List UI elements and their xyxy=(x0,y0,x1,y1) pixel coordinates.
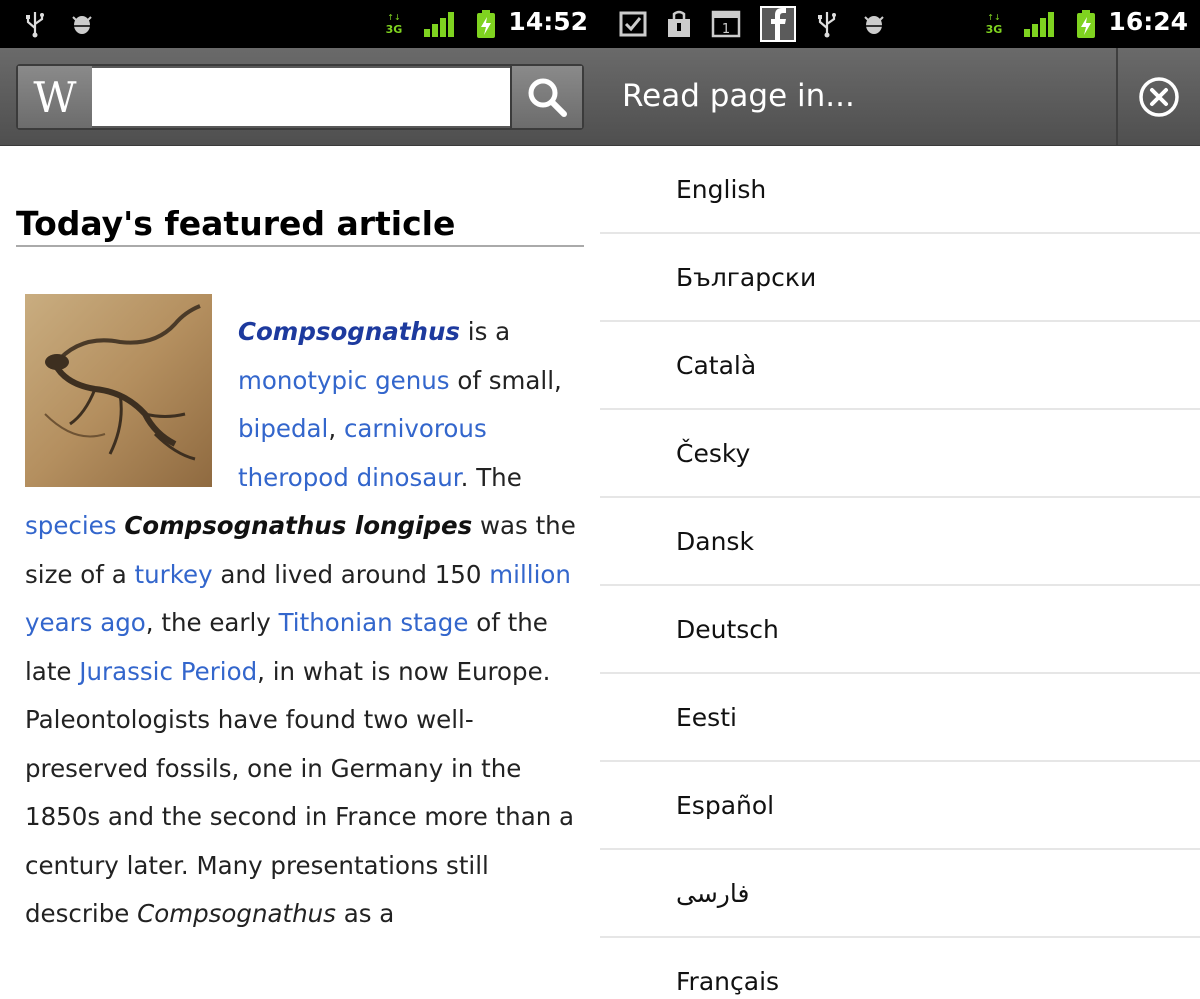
search-input[interactable] xyxy=(92,68,512,126)
article-link[interactable]: Compsognathus xyxy=(238,317,460,346)
close-icon xyxy=(1139,76,1179,117)
search-icon xyxy=(528,78,567,117)
language-item[interactable]: Eesti xyxy=(600,674,1200,762)
android-debug-icon xyxy=(860,10,888,38)
network-3g-icon: ↑↓ 3G xyxy=(982,10,1006,38)
article-link[interactable]: Tithonian stage xyxy=(279,608,469,637)
usb-icon xyxy=(22,10,48,38)
language-item[interactable]: Česky xyxy=(600,410,1200,498)
shopping-bag-icon xyxy=(664,10,694,38)
language-menu-screen: 1 ↑↓ 3G 16:24 Read page in... English Бълг… xyxy=(600,0,1200,999)
article-text: , in what is now Europe. Paleontologists… xyxy=(25,656,575,929)
article-text: as a xyxy=(335,899,395,928)
language-item[interactable]: Dansk xyxy=(600,498,1200,586)
status-time: 14:52 xyxy=(508,7,588,36)
article-text: . The xyxy=(460,462,522,492)
article-link[interactable]: Jurassic Period xyxy=(79,657,257,686)
battery-charging-icon xyxy=(1074,10,1098,38)
article-text: Compsognathus longipes xyxy=(124,511,473,540)
language-label: فارسی xyxy=(676,878,750,908)
usb-icon xyxy=(814,10,840,38)
close-menu-button[interactable] xyxy=(1116,48,1200,145)
language-label: Česky xyxy=(676,438,751,468)
article-text: is a xyxy=(459,317,511,346)
facebook-icon xyxy=(758,4,798,44)
wikipedia-logo-button[interactable]: W xyxy=(18,66,92,128)
language-item[interactable]: Català xyxy=(600,322,1200,410)
signal-icon xyxy=(422,10,456,38)
wikipedia-w-glyph: W xyxy=(33,72,77,122)
article-text: Compsognathus xyxy=(137,899,336,928)
language-label: Deutsch xyxy=(676,614,779,644)
language-label: Français xyxy=(676,966,780,996)
image-spacer xyxy=(25,308,238,498)
search-box: W xyxy=(16,64,584,130)
language-item[interactable]: Français xyxy=(600,938,1200,999)
featured-article-heading: Today's featured article xyxy=(16,204,584,247)
menu-title: Read page in... xyxy=(622,78,855,114)
language-item[interactable]: Deutsch xyxy=(600,586,1200,674)
android-debug-icon xyxy=(68,10,96,38)
search-button[interactable] xyxy=(510,66,582,128)
article-link[interactable]: carnivorous xyxy=(344,414,487,443)
language-label: English xyxy=(676,174,767,204)
article-link[interactable]: turkey xyxy=(135,560,213,589)
article-text: , xyxy=(328,414,344,443)
language-item[interactable]: English xyxy=(600,146,1200,234)
article-link[interactable]: monotypic genus xyxy=(238,366,450,395)
svg-text:↑↓: ↑↓ xyxy=(387,13,400,22)
article-screen: ↑↓ 3G 14:52 W Today's featured article C… xyxy=(0,0,600,999)
language-label: Español xyxy=(676,790,775,820)
article-body: Compsognathus is a monotypic genus of sm… xyxy=(25,308,585,939)
language-list: English Български Català Česky Dansk Deutsch E… xyxy=(600,146,1200,999)
svg-text:3G: 3G xyxy=(386,23,403,36)
article-link[interactable]: dinosaur xyxy=(357,463,461,492)
search-toolbar: W xyxy=(0,48,600,146)
language-item[interactable]: Español xyxy=(600,762,1200,850)
article-text: of small, xyxy=(449,365,562,395)
language-label: Български xyxy=(676,262,817,292)
status-bar: ↑↓ 3G 14:52 xyxy=(0,0,600,48)
calendar-icon: 1 xyxy=(710,10,742,38)
battery-charging-icon xyxy=(474,10,498,38)
article-text xyxy=(349,463,357,492)
status-bar-right: 1 ↑↓ 3G 16:24 xyxy=(600,0,1200,48)
language-item[interactable]: Български xyxy=(600,234,1200,322)
svg-text:3G: 3G xyxy=(986,23,1003,36)
checkbox-notification-icon xyxy=(618,10,648,38)
article-text: and lived around 150 xyxy=(212,559,490,589)
network-3g-icon: ↑↓ 3G xyxy=(382,10,406,38)
svg-text:1: 1 xyxy=(722,22,730,37)
language-label: Eesti xyxy=(676,702,737,732)
article-link[interactable]: species xyxy=(25,511,117,540)
article-link[interactable]: theropod xyxy=(238,463,349,492)
language-label: Català xyxy=(676,350,757,380)
article-content: Today's featured article Compsognathus i… xyxy=(0,146,600,999)
article-text: , the early xyxy=(145,608,279,637)
svg-text:↑↓: ↑↓ xyxy=(987,13,1000,22)
language-menu-header: Read page in... xyxy=(600,48,1200,146)
signal-icon xyxy=(1022,10,1056,38)
language-item[interactable]: فارسی xyxy=(600,850,1200,938)
status-time: 16:24 xyxy=(1108,7,1188,36)
article-link[interactable]: bipedal xyxy=(238,414,328,443)
language-label: Dansk xyxy=(676,526,754,556)
